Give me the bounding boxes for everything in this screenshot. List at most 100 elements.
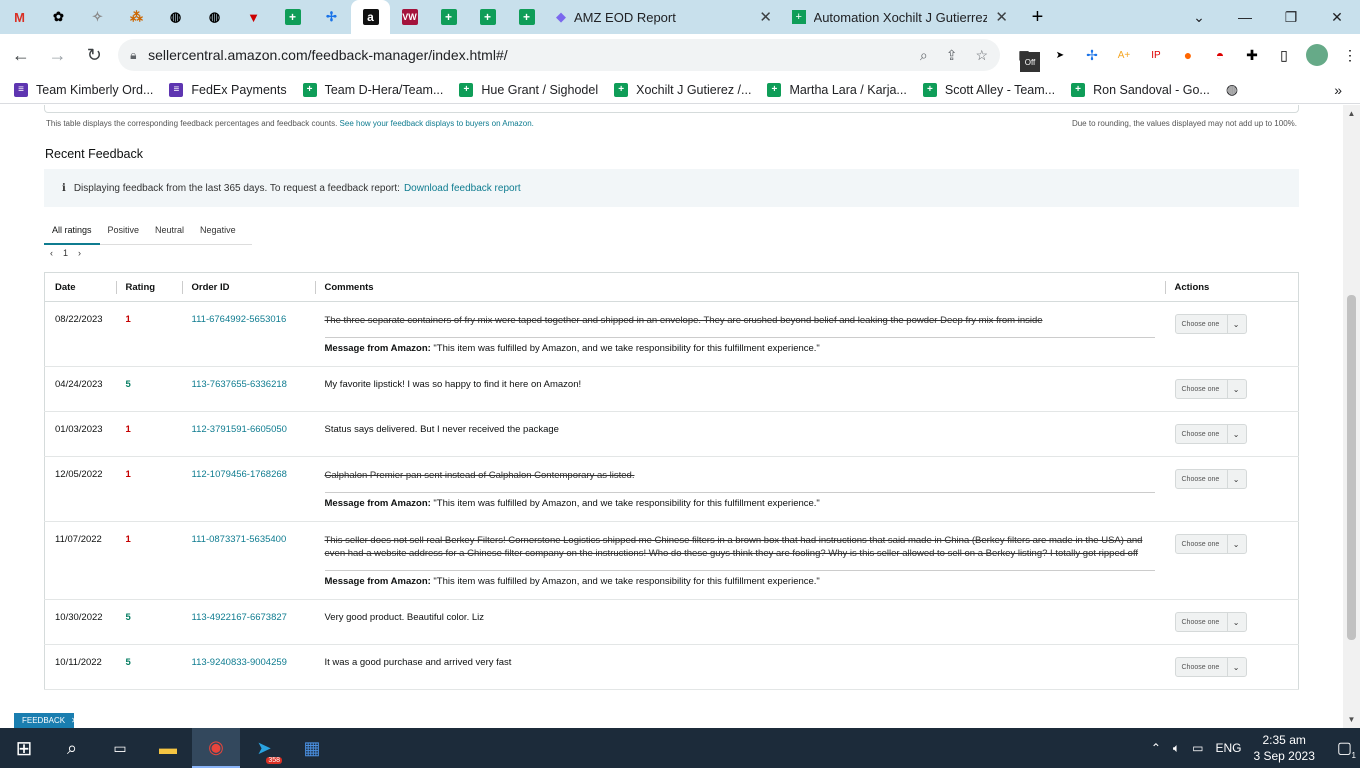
bookmark-item[interactable]: + Xochilt J Gutierez /... bbox=[614, 82, 751, 97]
action-select[interactable]: Choose one ⌄ bbox=[1174, 469, 1247, 489]
row-order-id[interactable]: 113-9240833-9004259 bbox=[181, 644, 315, 690]
close-window-button[interactable]: ✕ bbox=[1314, 0, 1360, 34]
scroll-down-icon[interactable]: ▼ bbox=[1343, 715, 1360, 724]
row-order-id[interactable]: 111-0873371-5635400 bbox=[181, 521, 315, 600]
action-select[interactable]: Choose one ⌄ bbox=[1174, 379, 1247, 399]
share-icon[interactable]: ⇪ bbox=[946, 47, 958, 64]
action-select[interactable]: Choose one ⌄ bbox=[1174, 612, 1247, 632]
action-select[interactable]: Choose one ⌄ bbox=[1174, 657, 1247, 677]
pinned-tab-sheets[interactable]: + bbox=[468, 0, 507, 34]
pinned-tab-openai[interactable]: ✿ bbox=[39, 0, 78, 34]
desktop-app-icon[interactable]: ▭ bbox=[96, 728, 144, 768]
chrome-icon[interactable]: ◉ bbox=[192, 728, 240, 768]
tab-positive[interactable]: Positive bbox=[100, 219, 148, 245]
pinned-tab-sheets[interactable]: + bbox=[429, 0, 468, 34]
restore-button[interactable]: ❐ bbox=[1268, 0, 1314, 34]
new-tab-button[interactable]: + bbox=[1018, 0, 1057, 34]
bookmark-star-icon[interactable]: ☆ bbox=[975, 47, 988, 64]
row-order-id[interactable]: 112-1079456-1768268 bbox=[181, 456, 315, 522]
download-report-link[interactable]: Download feedback report bbox=[404, 183, 521, 194]
row-order-id[interactable]: 111-6764992-5653016 bbox=[181, 301, 315, 367]
page-number[interactable]: 1 bbox=[63, 248, 68, 258]
bookmark-item[interactable]: + Martha Lara / Karja... bbox=[767, 82, 907, 97]
bookmark-item[interactable]: + Scott Alley - Team... bbox=[922, 82, 1055, 97]
tab-negative[interactable]: Negative bbox=[192, 219, 244, 245]
pinned-tab-amazon[interactable]: a bbox=[351, 0, 390, 34]
extension-pokeball-icon[interactable]: ◓ bbox=[1210, 45, 1230, 65]
tab-neutral[interactable]: Neutral bbox=[147, 219, 192, 245]
pinned-tab-vw[interactable]: VW bbox=[390, 0, 429, 34]
action-select[interactable]: Choose one ⌄ bbox=[1174, 424, 1247, 444]
back-button[interactable]: ← bbox=[5, 39, 37, 71]
volume-icon[interactable]: 🔈︎ bbox=[1173, 741, 1180, 756]
pinned-tab-shield[interactable]: ▼ bbox=[234, 0, 273, 34]
row-rating: 1 bbox=[115, 521, 182, 600]
bookmarks-overflow-icon[interactable]: » bbox=[1334, 82, 1342, 98]
extension-firefox-icon[interactable]: ● bbox=[1178, 45, 1198, 65]
start-button[interactable]: ⊞ bbox=[0, 728, 48, 768]
row-actions: Choose one ⌄ bbox=[1164, 599, 1299, 645]
zoom-icon[interactable]: ⌕ bbox=[920, 47, 928, 64]
row-order-id[interactable]: 113-4922167-6673827 bbox=[181, 599, 315, 645]
row-date: 10/11/2022 bbox=[44, 644, 116, 690]
pinned-tab-gmail[interactable]: M bbox=[0, 0, 39, 34]
close-icon[interactable]: ✕ bbox=[71, 716, 78, 725]
reload-button[interactable]: ↻ bbox=[78, 39, 110, 71]
bookmark-item[interactable]: ≡ Team Kimberly Ord... bbox=[14, 82, 153, 97]
notifications-icon[interactable]: ▢ 1 bbox=[1337, 738, 1356, 760]
scroll-up-icon[interactable]: ▲ bbox=[1343, 109, 1360, 118]
pinned-tab-sheets[interactable]: + bbox=[273, 0, 312, 34]
extension-alert-icon[interactable]: IP bbox=[1146, 45, 1166, 65]
action-select[interactable]: Choose one ⌄ bbox=[1174, 534, 1247, 554]
menu-kebab-icon[interactable]: ⋮ bbox=[1340, 45, 1360, 65]
forward-button[interactable]: → bbox=[42, 39, 74, 71]
display-note: This table displays the corresponding fe… bbox=[46, 119, 534, 128]
sheets-icon: + bbox=[614, 82, 629, 97]
row-order-id[interactable]: 112-3791591-6605050 bbox=[181, 411, 315, 457]
close-icon[interactable]: ✕ bbox=[995, 8, 1008, 26]
pinned-tab-globe[interactable]: ◍ bbox=[156, 0, 195, 34]
pinned-tab-app[interactable]: ⁂ bbox=[117, 0, 156, 34]
tab-all-ratings[interactable]: All ratings bbox=[44, 219, 100, 245]
language-indicator[interactable]: ENG bbox=[1215, 741, 1241, 755]
bookmark-item[interactable]: + Team D-Hera/Team... bbox=[302, 82, 443, 97]
tab-automation[interactable]: + Automation Xochilt J Gutierrez (C ✕ bbox=[782, 0, 1018, 34]
page-scrollbar[interactable]: ▲ ▼ bbox=[1343, 105, 1360, 728]
tab-amz-eod-report[interactable]: ◆ AMZ EOD Report ✕ bbox=[546, 0, 782, 34]
extension-scout-icon[interactable]: A+ bbox=[1114, 45, 1134, 65]
extension-arrow-icon[interactable]: ➤ bbox=[1050, 45, 1070, 65]
bookmark-item[interactable]: ≡ FedEx Payments bbox=[169, 82, 287, 97]
scrollbar-thumb[interactable] bbox=[1347, 295, 1356, 640]
extension-off-icon[interactable]: ▣ Off bbox=[1014, 45, 1040, 72]
extension-blue-icon[interactable]: ✢ bbox=[1082, 45, 1102, 65]
pinned-tab-app[interactable]: ✧ bbox=[78, 0, 117, 34]
bookmark-item[interactable]: ◍ bbox=[1226, 81, 1238, 98]
feedback-button[interactable]: FEEDBACK ✕ bbox=[14, 713, 78, 728]
search-icon[interactable]: ⌕ bbox=[48, 728, 96, 768]
pinned-tab-app[interactable]: ✢ bbox=[312, 0, 351, 34]
bookmark-item[interactable]: + Ron Sandoval - Go... bbox=[1071, 82, 1210, 97]
action-select[interactable]: Choose one ⌄ bbox=[1174, 314, 1247, 334]
pinned-tab-sheets[interactable]: + bbox=[507, 0, 546, 34]
address-bar[interactable]: 🔒︎ sellercentral.amazon.com/feedback-man… bbox=[118, 39, 1000, 71]
close-icon[interactable]: ✕ bbox=[759, 8, 772, 26]
clock[interactable]: 2:35 am 3 Sep 2023 bbox=[1253, 732, 1314, 764]
pagination: ‹ 1 › bbox=[50, 248, 81, 258]
minimize-button[interactable]: — bbox=[1222, 0, 1268, 34]
feedback-display-link[interactable]: See how your feedback displays to buyers… bbox=[340, 119, 534, 128]
pinned-tab-globe[interactable]: ◍ bbox=[195, 0, 234, 34]
calculator-icon[interactable]: ▦ bbox=[288, 728, 336, 768]
tray-chevron-icon[interactable]: ⌃ bbox=[1151, 741, 1161, 755]
extensions-puzzle-icon[interactable]: ✚ bbox=[1242, 45, 1262, 65]
profile-avatar[interactable] bbox=[1306, 44, 1328, 66]
bookmark-item[interactable]: + Hue Grant / Sighodel bbox=[459, 82, 598, 97]
telegram-icon[interactable]: ➤ 358 bbox=[240, 728, 288, 768]
tab-search-icon[interactable]: ⌄ bbox=[1176, 0, 1222, 34]
prev-page-icon[interactable]: ‹ bbox=[50, 248, 53, 258]
network-icon[interactable]: ▭ bbox=[1192, 741, 1203, 755]
file-explorer-icon[interactable]: ▬ bbox=[144, 728, 192, 768]
table-row: 10/11/2022 5 113-9240833-9004259 It was … bbox=[44, 644, 1299, 690]
side-panel-icon[interactable]: ▯ bbox=[1274, 45, 1294, 65]
next-page-icon[interactable]: › bbox=[78, 248, 81, 258]
row-order-id[interactable]: 113-7637655-6336218 bbox=[181, 366, 315, 412]
